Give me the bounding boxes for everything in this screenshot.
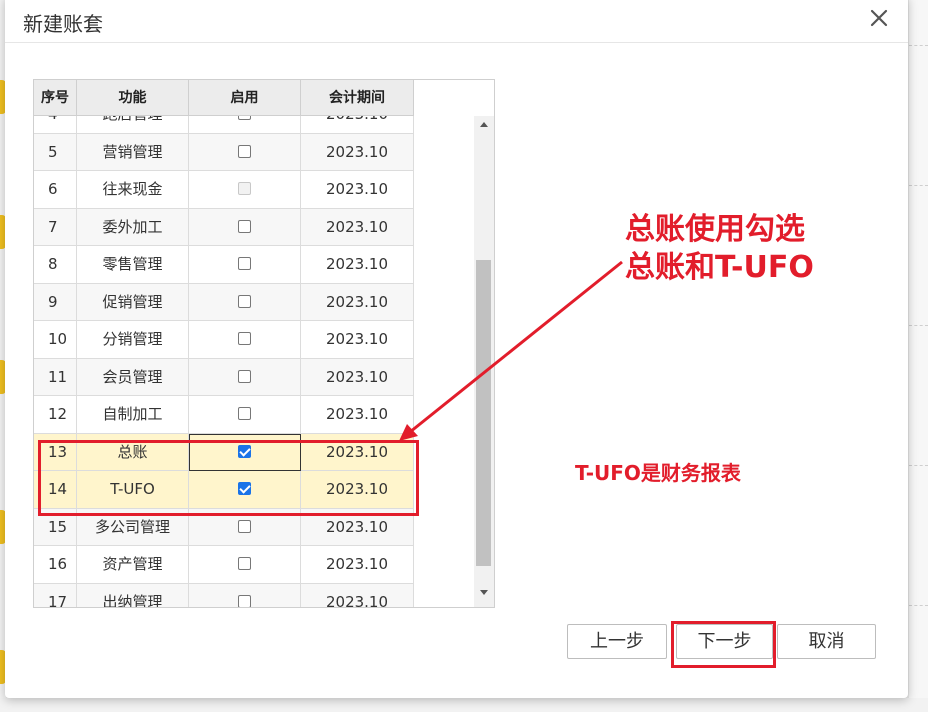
highlight-box-next: [671, 621, 776, 668]
annotation-arrow: [399, 260, 623, 441]
prev-step-button[interactable]: 上一步: [567, 624, 667, 659]
annotation-main: 总账使用勾选 总账和T-UFO: [625, 211, 814, 287]
annotation-line-2: 总账和T-UFO: [625, 250, 814, 285]
annotation-note: T-UFO是财务报表: [575, 461, 741, 485]
annotation-line-1: 总账使用勾选: [625, 212, 805, 247]
cancel-button[interactable]: 取消: [777, 624, 876, 659]
